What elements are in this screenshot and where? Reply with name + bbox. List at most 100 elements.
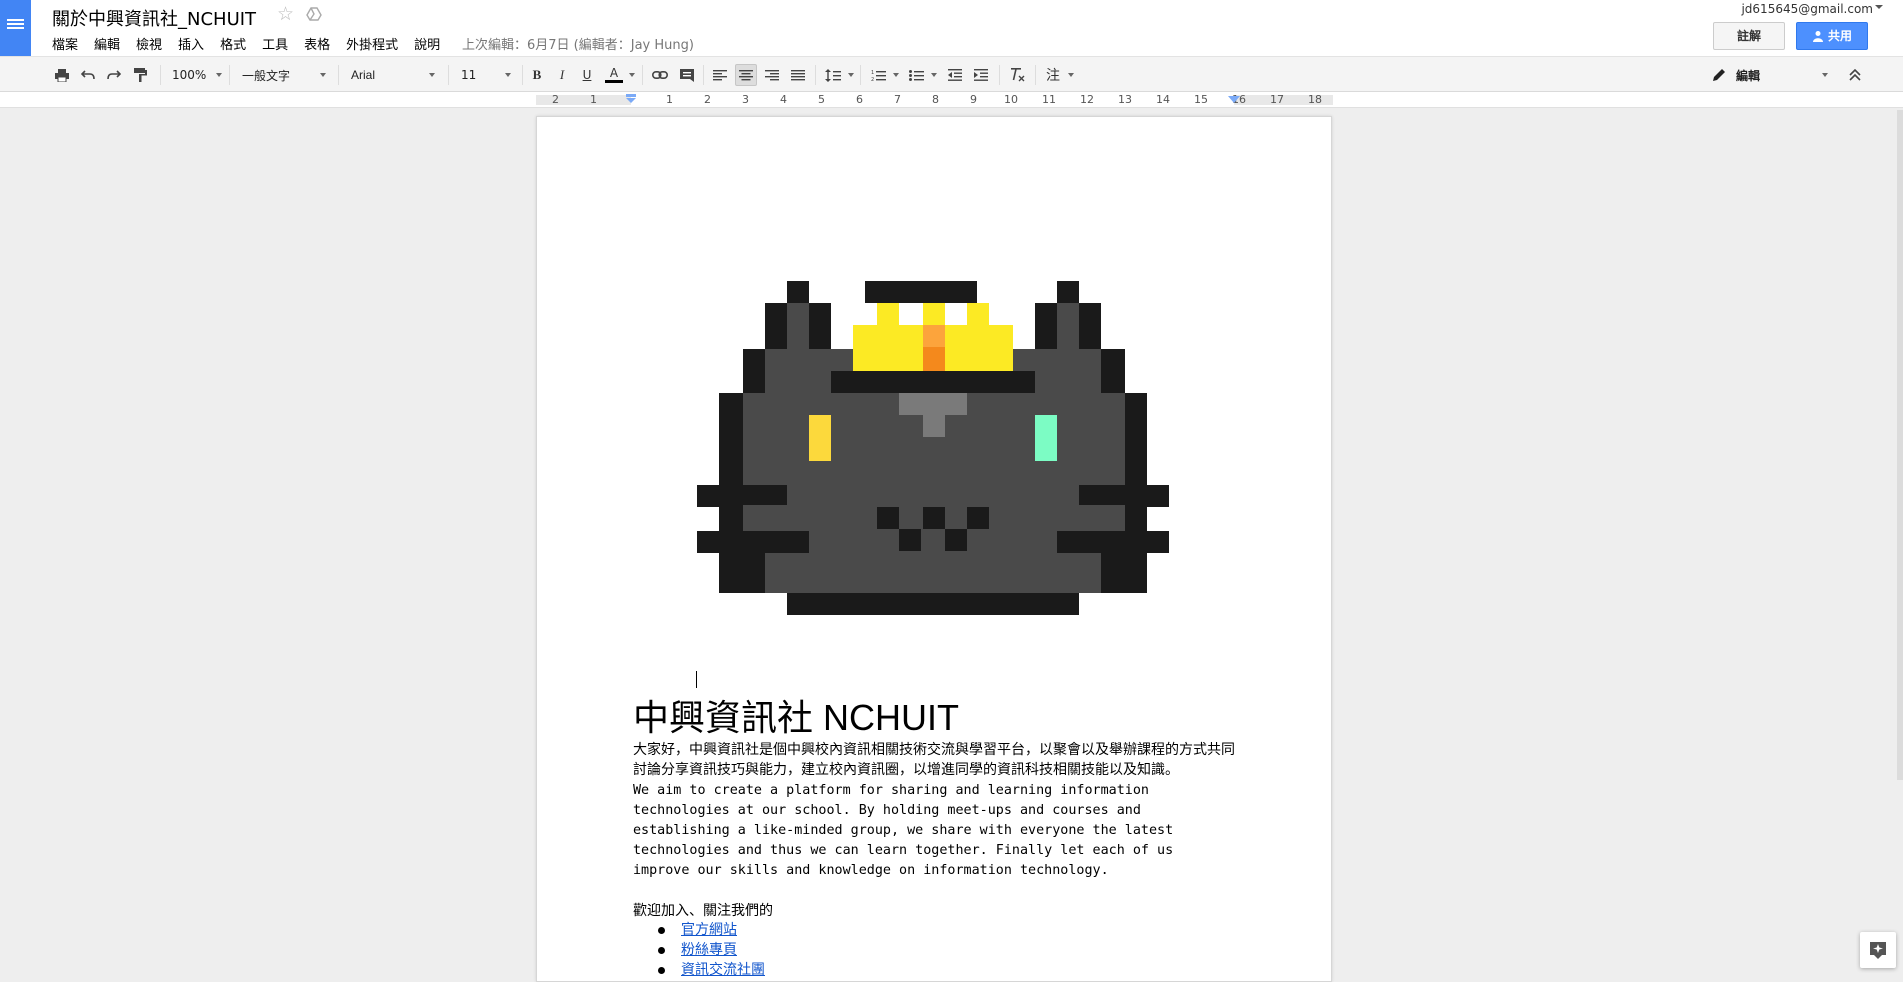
ruler-number: 6: [856, 93, 863, 106]
zoom-select[interactable]: 100%: [172, 64, 222, 86]
ruler-margin-left: [536, 95, 631, 105]
zoom-value: 100%: [172, 68, 207, 82]
comments-button[interactable]: 註解: [1713, 22, 1785, 50]
undo-icon[interactable]: [78, 64, 98, 86]
links-list: 官方網站 粉絲專頁 資訊交流社團: [633, 920, 765, 980]
ruler-number: 13: [1118, 93, 1132, 106]
bold-button[interactable]: B: [527, 64, 547, 86]
svg-text:1: 1: [871, 70, 874, 76]
list-item: 資訊交流社團: [633, 960, 765, 980]
align-center-icon[interactable]: [735, 64, 757, 86]
align-left-icon[interactable]: [709, 64, 731, 86]
ruler-number: 2: [704, 93, 711, 106]
intro-chinese-paragraph[interactable]: 大家好，中興資訊社是個中興校內資訊相關技術交流與學習平台，以聚會以及舉辦課程的方…: [633, 740, 1243, 780]
toolbar: 100% 一般文字 Arial 11 B I U A 1 2 注 編輯: [0, 56, 1903, 92]
menu-bar: 檔案 編輯 檢視 插入 格式 工具 表格 外掛程式 說明: [52, 34, 456, 53]
pencil-icon: [1713, 69, 1725, 81]
welcome-text[interactable]: 歡迎加入、關注我們的: [633, 900, 773, 920]
ruler-number: 17: [1270, 93, 1284, 106]
link-fan-page[interactable]: 粉絲專頁: [681, 942, 737, 958]
link-official-site[interactable]: 官方網站: [681, 922, 737, 938]
ruler[interactable]: 2 1 1 2 3 4 5 6 7 8 9 10 11 12 13 14 15 …: [0, 92, 1903, 108]
align-right-icon[interactable]: [761, 64, 783, 86]
text-color-button[interactable]: A: [602, 64, 626, 86]
mode-select[interactable]: 編輯: [1712, 64, 1828, 86]
menu-help[interactable]: 說明: [414, 34, 440, 53]
ruler-number: 5: [818, 93, 825, 106]
chevron-down-icon[interactable]: [1875, 5, 1883, 9]
align-justify-icon[interactable]: [787, 64, 809, 86]
list-item: 官方網站: [633, 920, 765, 940]
numbered-list-icon[interactable]: 12: [867, 64, 889, 86]
font-value: Arial: [351, 68, 376, 82]
ruler-number: 18: [1308, 93, 1322, 106]
ruler-number: 15: [1194, 93, 1208, 106]
share-button[interactable]: 共用: [1796, 22, 1868, 50]
ruler-number: 9: [970, 93, 977, 106]
ruler-number: 1: [666, 93, 673, 106]
docs-header: 關於中興資訊社_NCHUIT ☆ 檔案 編輯 檢視 插入 格式 工具 表格 外掛…: [0, 0, 1903, 56]
ruler-number: 10: [1004, 93, 1018, 106]
menu-view[interactable]: 檢視: [136, 34, 162, 53]
menu-table[interactable]: 表格: [304, 34, 330, 53]
docs-menu-icon[interactable]: [0, 0, 31, 56]
text-cursor: [696, 671, 697, 688]
ruler-number: 12: [1080, 93, 1094, 106]
ruler-number: 4: [780, 93, 787, 106]
right-indent-marker-icon[interactable]: [1228, 96, 1240, 104]
annotation-button[interactable]: 注: [1042, 64, 1064, 86]
account-email[interactable]: jd615645@gmail.com: [1741, 2, 1873, 16]
clear-formatting-icon[interactable]: [1006, 64, 1028, 86]
mode-value: 編輯: [1736, 68, 1761, 83]
intro-english-paragraph[interactable]: We aim to create a platform for sharing …: [633, 781, 1253, 881]
document-title[interactable]: 關於中興資訊社_NCHUIT: [52, 5, 256, 31]
increase-indent-icon[interactable]: [970, 64, 992, 86]
drive-move-icon[interactable]: [306, 6, 322, 22]
ruler-number: 7: [894, 93, 901, 106]
style-select[interactable]: 一般文字: [242, 64, 326, 86]
explore-button[interactable]: [1860, 932, 1896, 968]
share-label: 共用: [1827, 29, 1852, 43]
font-size-value: 11: [461, 68, 477, 82]
share-person-icon: [1812, 31, 1823, 42]
menu-file[interactable]: 檔案: [52, 34, 78, 53]
text-color-swatch: [605, 80, 623, 83]
link-icon[interactable]: [649, 64, 671, 86]
decrease-indent-icon[interactable]: [944, 64, 966, 86]
menu-addons[interactable]: 外掛程式: [346, 34, 398, 53]
collapse-icon[interactable]: [1845, 64, 1865, 86]
font-select[interactable]: Arial: [351, 64, 435, 86]
document-heading[interactable]: 中興資訊社 NCHUIT: [633, 689, 959, 741]
line-spacing-icon[interactable]: [822, 64, 844, 86]
ruler-number: 14: [1156, 93, 1170, 106]
menu-format[interactable]: 格式: [220, 34, 246, 53]
comment-icon[interactable]: [676, 64, 698, 86]
menu-edit[interactable]: 編輯: [94, 34, 120, 53]
menu-tools[interactable]: 工具: [262, 34, 288, 53]
explore-icon: [1870, 942, 1886, 959]
svg-text:2: 2: [871, 77, 874, 82]
scrollbar-thumb[interactable]: [1897, 110, 1903, 780]
list-item: 粉絲專頁: [633, 940, 765, 960]
bulleted-list-icon[interactable]: [905, 64, 927, 86]
underline-button[interactable]: U: [577, 64, 597, 86]
print-icon[interactable]: [52, 64, 72, 86]
style-value: 一般文字: [242, 68, 291, 83]
menu-insert[interactable]: 插入: [178, 34, 204, 53]
last-edit-info[interactable]: 上次編輯：6月7日 (編輯者：Jay Hung): [462, 34, 694, 53]
ruler-number: 11: [1042, 93, 1056, 106]
link-community-group[interactable]: 資訊交流社團: [681, 962, 765, 978]
paint-format-icon[interactable]: [130, 64, 150, 86]
star-icon[interactable]: ☆: [277, 3, 294, 25]
nchuit-cat-logo: [697, 281, 1169, 615]
ruler-number: 8: [932, 93, 939, 106]
ruler-number: 2: [552, 93, 559, 106]
font-size-select[interactable]: 11: [461, 64, 511, 86]
document-page[interactable]: 中興資訊社 NCHUIT 大家好，中興資訊社是個中興校內資訊相關技術交流與學習平…: [536, 116, 1332, 982]
redo-icon[interactable]: [104, 64, 124, 86]
text-color-letter: A: [609, 66, 619, 80]
ruler-number: 3: [742, 93, 749, 106]
italic-button[interactable]: I: [552, 64, 572, 86]
indent-marker-icon[interactable]: [624, 94, 638, 104]
ruler-number: 1: [590, 93, 597, 106]
